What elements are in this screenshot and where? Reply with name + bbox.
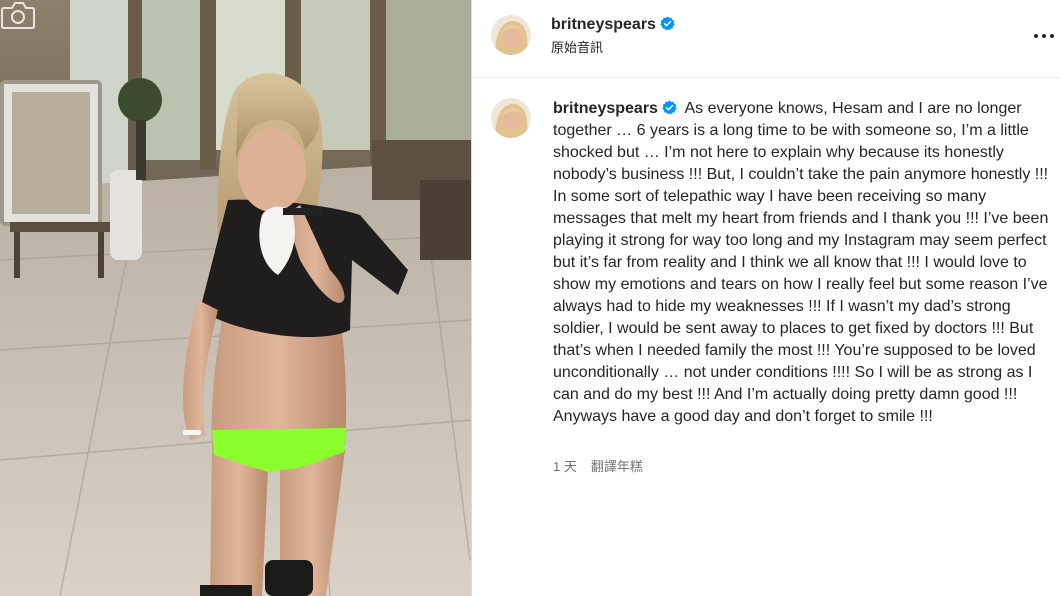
- post-details-panel: britneyspears 原始音訊 britneyspears As ever…: [471, 0, 1060, 596]
- post-media-video[interactable]: [0, 0, 471, 596]
- more-options-icon[interactable]: [1032, 24, 1056, 48]
- audio-label[interactable]: 原始音訊: [551, 39, 603, 57]
- video-frame-image: [0, 0, 471, 596]
- camera-icon: [1, 1, 35, 29]
- verified-badge-icon: [662, 100, 677, 115]
- post-header: britneyspears 原始音訊: [472, 0, 1060, 78]
- username-link[interactable]: britneyspears: [551, 15, 675, 35]
- caption-username-link[interactable]: britneyspears: [553, 100, 677, 117]
- caption-avatar[interactable]: [491, 98, 531, 138]
- verified-badge-icon: [660, 16, 675, 31]
- caption-body: As everyone knows, Hesam and I are no lo…: [553, 100, 1049, 425]
- post-meta: 1 天翻譯年糕: [553, 458, 643, 476]
- caption-text: britneyspears As everyone knows, Hesam a…: [553, 98, 1053, 428]
- avatar[interactable]: [491, 15, 531, 55]
- translate-link[interactable]: 翻譯年糕: [591, 459, 643, 474]
- timestamp[interactable]: 1 天: [553, 459, 577, 474]
